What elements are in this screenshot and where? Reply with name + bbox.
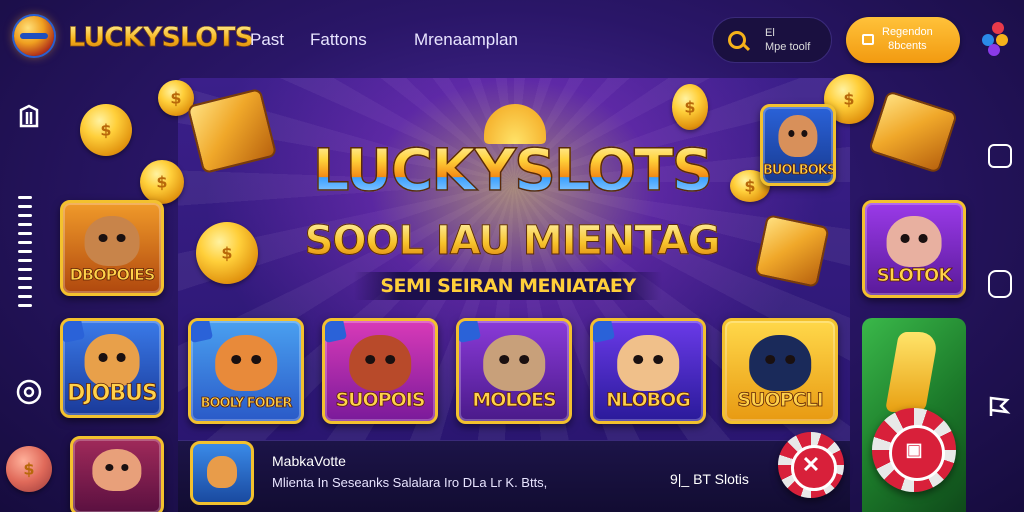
play-chip-button[interactable]: ▣: [872, 408, 956, 492]
game-tile-dbopoies[interactable]: DBOPOIES: [60, 200, 164, 296]
settings-icon[interactable]: [14, 378, 44, 411]
game-tile-queen[interactable]: [70, 436, 164, 512]
nav-link-fattons[interactable]: Fattons: [310, 30, 367, 50]
nav-link-past[interactable]: Past: [250, 30, 284, 50]
bonus-coin-icon[interactable]: [6, 446, 52, 492]
logo-icon[interactable]: [14, 16, 54, 56]
coin-icon: [140, 160, 184, 204]
game-tile-nlobog[interactable]: NLOBOG: [590, 318, 706, 424]
game-tile-buolboks[interactable]: BUOLBOKS: [760, 104, 836, 186]
search-button[interactable]: El Mpe toolf: [712, 17, 832, 63]
bottom-game-thumbnail[interactable]: [190, 441, 254, 505]
register-button[interactable]: Regendon 8bcents: [846, 17, 960, 63]
search-label: El Mpe toolf: [765, 27, 811, 53]
bottom-slot-count: 9|_ BT Slotis: [670, 471, 749, 487]
game-tile-slotok[interactable]: SLOTOK: [862, 200, 966, 298]
wallet-icon: [862, 34, 874, 45]
coin-icon: [672, 84, 708, 130]
close-icon: ✕: [801, 452, 821, 477]
bottom-info-bar: MabkaVotte Mlienta In Seseanks Salalara …: [178, 440, 850, 512]
game-tile-booly-foder[interactable]: BOOLY FODER: [188, 318, 304, 424]
home-icon[interactable]: [14, 104, 44, 135]
nav-link-mrenaamplan[interactable]: Mrenaamplan: [414, 30, 518, 50]
play-icon: ▣: [905, 439, 923, 460]
game-tile-djobus[interactable]: DJOBUS: [60, 318, 164, 418]
game-tile-moloes[interactable]: MOLOES: [456, 318, 572, 424]
logo-text[interactable]: LUCKYSLOTS: [68, 22, 255, 54]
game-tile-suopois[interactable]: SUOPOIS: [322, 318, 438, 424]
coin-icon: [196, 222, 258, 284]
hero-tagline: SEMI SEIRAN MENIATAEY: [354, 272, 662, 300]
bottom-game-title: MabkaVotte: [272, 453, 346, 469]
top-bar: LUCKYSLOTS Past Fattons Mrenaamplan El M…: [0, 0, 1024, 78]
flag-icon[interactable]: [984, 392, 1014, 425]
game-tile-suopcli[interactable]: SUOPCLI: [722, 318, 838, 424]
dice-icon: [754, 214, 830, 288]
close-chip-button[interactable]: ✕: [778, 432, 844, 498]
search-icon: [728, 31, 746, 49]
lottery-balls-icon[interactable]: [982, 22, 1012, 56]
coin-icon: [80, 104, 132, 156]
bottom-game-description: Mlienta In Seseanks Salalara Iro DLa Lr …: [272, 475, 548, 490]
wallet-side-icon[interactable]: [988, 270, 1012, 298]
register-label: Regendon 8bcents: [882, 26, 933, 52]
